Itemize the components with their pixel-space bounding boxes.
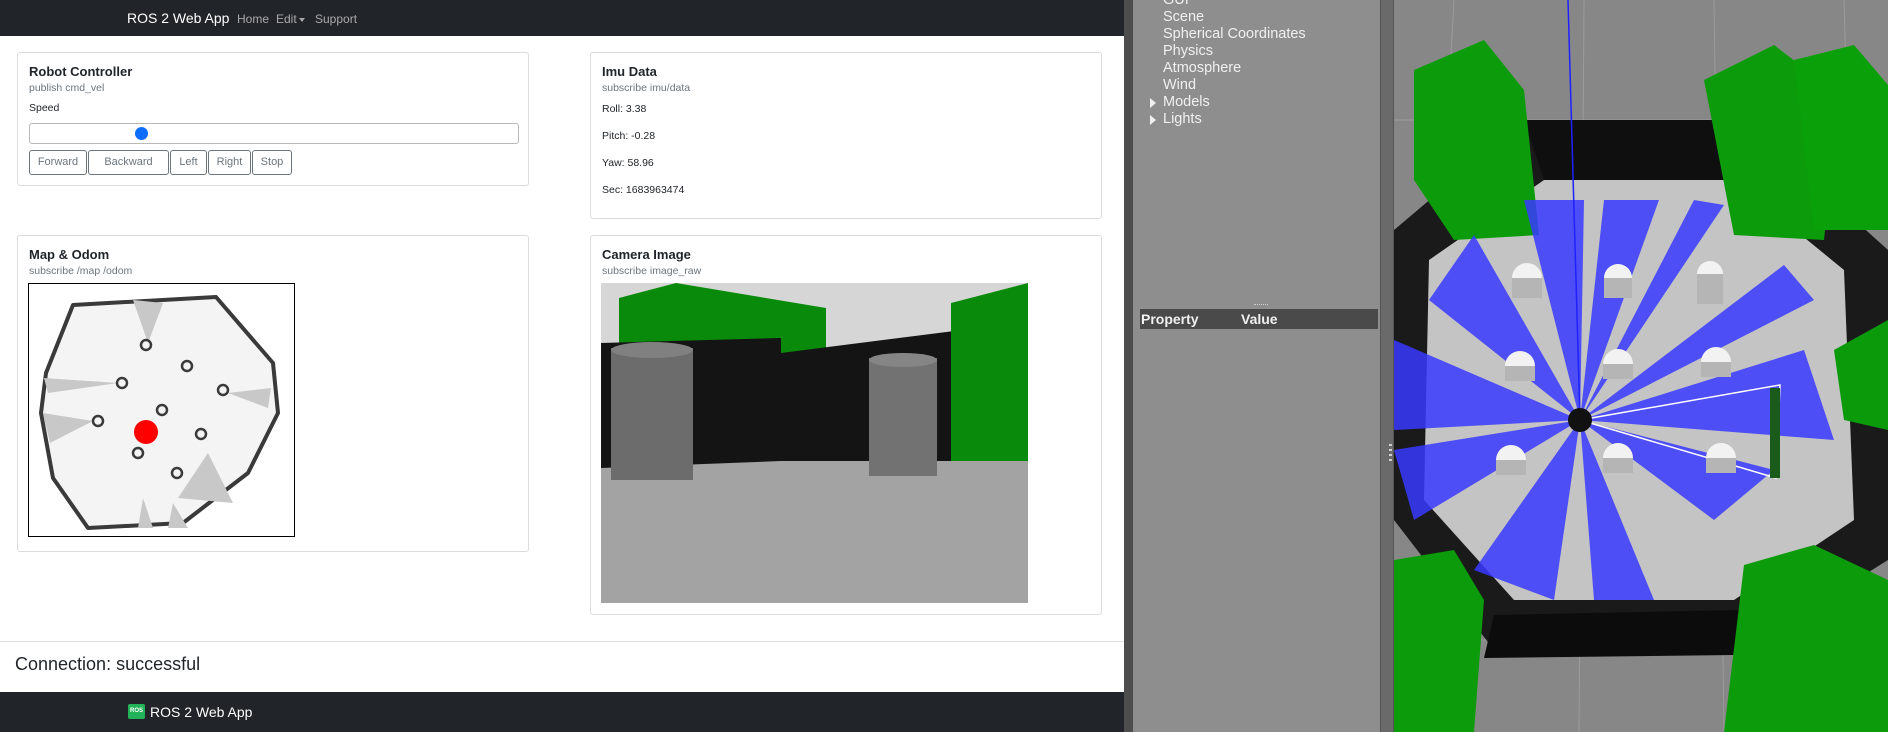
speed-slider-thumb[interactable]: [135, 127, 148, 140]
nav-home[interactable]: Home: [237, 12, 269, 26]
gazebo-3d-viewport[interactable]: [1394, 0, 1888, 732]
expand-arrow-icon[interactable]: [1150, 115, 1156, 125]
speed-label: Speed: [29, 102, 60, 114]
caret-down-icon: [298, 17, 305, 22]
camera-image: [601, 283, 1028, 603]
tree-item-atmosphere[interactable]: Atmosphere: [1163, 60, 1241, 76]
connection-status: Connection: successful: [15, 654, 201, 674]
map-canvas[interactable]: [28, 283, 295, 537]
tree-item-spherical-coordinates[interactable]: Spherical Coordinates: [1163, 26, 1306, 42]
tree-item-physics[interactable]: Physics: [1163, 43, 1213, 59]
nav-edit-label: Edit: [276, 12, 297, 26]
divider: [0, 641, 1124, 642]
window-gap: [1124, 0, 1133, 732]
forward-button[interactable]: Forward: [29, 150, 87, 175]
imu-sec: Sec: 1683963474: [602, 184, 685, 196]
ros-logo-icon: ROS: [128, 704, 145, 719]
card-subtitle: subscribe /map /odom: [29, 265, 133, 277]
tree-item-scene[interactable]: Scene: [1163, 9, 1204, 25]
splitter-grip: [1389, 459, 1392, 461]
tree-item-lights[interactable]: Lights: [1163, 111, 1202, 127]
footer: ROS ROS 2 Web App: [0, 692, 1124, 732]
splitter-grip: [1389, 444, 1392, 446]
robot-odom-marker: [134, 420, 158, 444]
card-subtitle: publish cmd_vel: [29, 82, 105, 94]
right-button[interactable]: Right: [208, 150, 251, 175]
value-column-header: Value: [1241, 311, 1278, 327]
property-column-header: Property: [1141, 311, 1199, 327]
left-button[interactable]: Left: [170, 150, 207, 175]
map-odom-card: Map & Odom subscribe /map /odom: [17, 235, 529, 552]
robot-controller-card: Robot Controller publish cmd_vel Speed F…: [17, 52, 529, 186]
card-title: Map & Odom: [29, 247, 110, 262]
card-title: Imu Data: [602, 64, 657, 79]
imu-yaw: Yaw: 58.96: [602, 157, 654, 169]
stop-button[interactable]: Stop: [252, 150, 292, 175]
backward-button[interactable]: Backward: [88, 150, 169, 175]
web-app: ROS 2 Web App Home Edit Support Robot Co…: [0, 0, 1124, 732]
card-title: Robot Controller: [29, 64, 133, 79]
robot-model[interactable]: [1568, 408, 1592, 432]
card-subtitle: subscribe imu/data: [602, 82, 691, 94]
nav-edit-dropdown[interactable]: Edit: [276, 12, 305, 26]
navbar: ROS 2 Web App Home Edit Support: [0, 0, 1124, 36]
expand-arrow-icon[interactable]: [1150, 98, 1156, 108]
card-subtitle: subscribe image_raw: [602, 265, 702, 277]
nav-support[interactable]: Support: [315, 12, 357, 26]
panel-resize-handle[interactable]: [1254, 304, 1268, 306]
tree-item-gui[interactable]: GUI: [1163, 0, 1189, 8]
tree-item-wind[interactable]: Wind: [1163, 77, 1196, 93]
splitter-grip: [1389, 449, 1392, 451]
speed-slider[interactable]: [29, 123, 519, 144]
footer-brand[interactable]: ROS 2 Web App: [150, 704, 252, 720]
tree-item-models[interactable]: Models: [1163, 94, 1210, 110]
imu-pitch: Pitch: -0.28: [602, 130, 656, 142]
panel-splitter[interactable]: [1380, 0, 1394, 732]
screen: ROS 2 Web App Home Edit Support Robot Co…: [0, 0, 1888, 732]
card-title: Camera Image: [602, 247, 691, 262]
imu-data-card: Imu Data subscribe imu/data Roll: 3.38 P…: [590, 52, 1102, 219]
imu-roll: Roll: 3.38: [602, 103, 647, 115]
splitter-grip: [1389, 454, 1392, 456]
navbar-brand[interactable]: ROS 2 Web App: [127, 10, 229, 26]
camera-image-card: Camera Image subscribe image_raw: [590, 235, 1102, 615]
